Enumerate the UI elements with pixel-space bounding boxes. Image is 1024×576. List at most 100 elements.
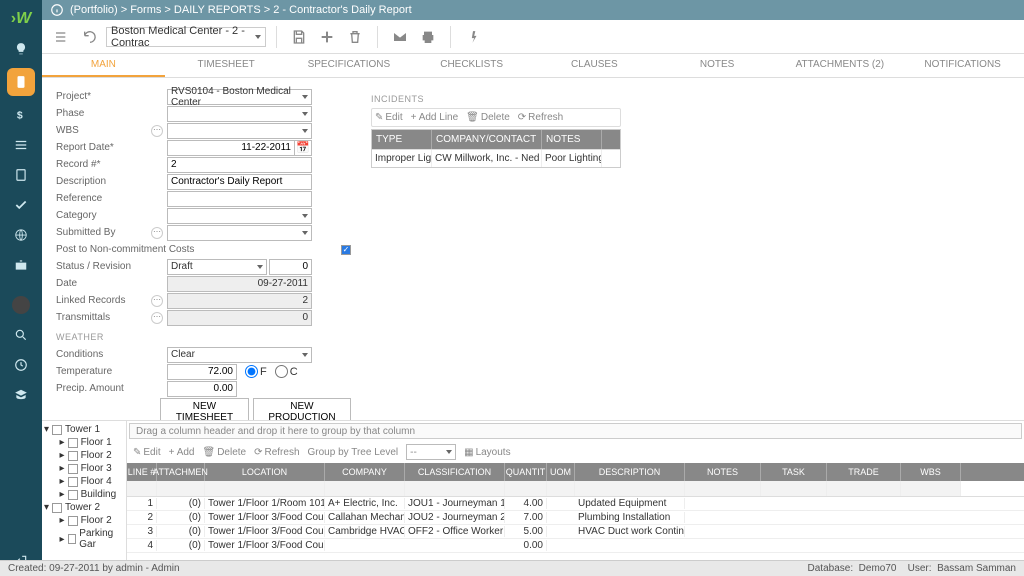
- tree-item[interactable]: ▸ Floor 2: [44, 514, 124, 527]
- col-header[interactable]: NOTES: [685, 463, 761, 481]
- tree-item[interactable]: ▸ Floor 2: [44, 449, 124, 462]
- tree-item[interactable]: ▸ Floor 4: [44, 475, 124, 488]
- col-filter[interactable]: [325, 481, 405, 496]
- inc-refresh-button[interactable]: ⟳ Refresh: [518, 112, 563, 123]
- delete-icon[interactable]: [343, 25, 367, 49]
- grid-edit-button[interactable]: ✎ Edit: [133, 447, 161, 458]
- tab-timesheet[interactable]: TIMESHEET: [165, 54, 288, 77]
- new-production-button[interactable]: NEW PRODUCTION: [253, 398, 351, 421]
- wbs-field[interactable]: [167, 123, 312, 139]
- info-icon[interactable]: [50, 3, 64, 17]
- category-field[interactable]: [167, 208, 312, 224]
- col-filter[interactable]: [827, 481, 901, 496]
- search-icon[interactable]: [0, 320, 42, 350]
- tab-checklists[interactable]: CHECKLISTS: [410, 54, 533, 77]
- tab-main[interactable]: MAIN: [42, 54, 165, 77]
- tree-item[interactable]: ▸ Parking Gar: [44, 527, 124, 551]
- col-filter[interactable]: [127, 481, 157, 496]
- col-header[interactable]: ATTACHMEN: [157, 463, 205, 481]
- dollar-icon[interactable]: $: [0, 100, 42, 130]
- logo-icon[interactable]: ›W: [0, 4, 42, 34]
- col-header[interactable]: LOCATION: [205, 463, 325, 481]
- tree-item[interactable]: ▸ Building: [44, 488, 124, 501]
- col-header[interactable]: DESCRIPTION: [575, 463, 685, 481]
- undo-icon[interactable]: [78, 25, 102, 49]
- reportdate-field[interactable]: [167, 140, 295, 156]
- tab-clauses[interactable]: CLAUSES: [533, 54, 656, 77]
- col-filter[interactable]: [685, 481, 761, 496]
- inc-edit-button[interactable]: ✎ Edit: [375, 112, 403, 123]
- col-filter[interactable]: [157, 481, 205, 496]
- new-timesheet-button[interactable]: NEW TIMESHEET: [160, 398, 249, 421]
- tree-item[interactable]: ▸ Floor 3: [44, 462, 124, 475]
- inc-delete-button[interactable]: 🗑 Delete: [466, 112, 510, 123]
- recordnum-field[interactable]: [167, 157, 312, 173]
- linked-more[interactable]: ⋯: [151, 295, 163, 307]
- grid-row[interactable]: 2(0)Tower 1/Floor 3/Food CourtCallahan M…: [127, 511, 1024, 525]
- col-filter[interactable]: [505, 481, 547, 496]
- graduation-icon[interactable]: [0, 380, 42, 410]
- col-header[interactable]: WBS: [901, 463, 961, 481]
- reference-field[interactable]: [167, 191, 312, 207]
- col-filter[interactable]: [547, 481, 575, 496]
- save-icon[interactable]: [287, 25, 311, 49]
- tab-notifications[interactable]: NOTIFICATIONS: [901, 54, 1024, 77]
- grid-add-button[interactable]: + Add: [169, 447, 195, 458]
- tree-item[interactable]: ▸ Floor 1: [44, 436, 124, 449]
- col-filter[interactable]: [761, 481, 827, 496]
- revision-field[interactable]: [269, 259, 312, 275]
- history-icon[interactable]: [0, 350, 42, 380]
- group-drop-zone[interactable]: Drag a column header and drop it here to…: [129, 423, 1022, 439]
- project-field[interactable]: RVS0104 - Boston Medical Center: [167, 89, 312, 105]
- temperature-field[interactable]: [167, 364, 237, 380]
- briefcase-icon[interactable]: [0, 250, 42, 280]
- postnc-checkbox[interactable]: ✓: [341, 245, 351, 255]
- description-field[interactable]: [167, 174, 312, 190]
- grid-row[interactable]: 3(0)Tower 1/Floor 3/Food Court/ManCambri…: [127, 525, 1024, 539]
- tree-item[interactable]: ▾ Tower 1: [44, 423, 124, 436]
- tab-specifications[interactable]: SPECIFICATIONS: [288, 54, 411, 77]
- grid-row[interactable]: 4(0)Tower 1/Floor 3/Food Court/Mez0.00: [127, 539, 1024, 553]
- tab-attachments[interactable]: ATTACHMENTS (2): [779, 54, 902, 77]
- avatar-icon[interactable]: [0, 290, 42, 320]
- globe-icon[interactable]: [0, 220, 42, 250]
- menu-icon[interactable]: [50, 25, 74, 49]
- print-icon[interactable]: [416, 25, 440, 49]
- tablet-icon[interactable]: [0, 160, 42, 190]
- col-header[interactable]: QUANTIT: [505, 463, 547, 481]
- tree-item[interactable]: ▾ Tower 2: [44, 501, 124, 514]
- col-header[interactable]: UOM: [547, 463, 575, 481]
- col-filter[interactable]: [901, 481, 961, 496]
- action-icon[interactable]: [461, 25, 485, 49]
- col-filter[interactable]: [405, 481, 505, 496]
- temp-c-radio[interactable]: [275, 365, 288, 378]
- col-header[interactable]: TASK: [761, 463, 827, 481]
- grid-delete-button[interactable]: 🗑 Delete: [202, 447, 246, 458]
- col-filter[interactable]: [575, 481, 685, 496]
- record-selector[interactable]: Boston Medical Center - 2 - Contrac: [106, 27, 266, 47]
- col-header[interactable]: COMPANY: [325, 463, 405, 481]
- transmittals-more[interactable]: ⋯: [151, 312, 163, 324]
- grid-layouts-button[interactable]: ▦ Layouts: [464, 447, 510, 458]
- group-level-select[interactable]: --: [406, 444, 456, 460]
- clipboard-icon[interactable]: [7, 68, 35, 96]
- col-filter[interactable]: [205, 481, 325, 496]
- col-header[interactable]: CLASSIFICATION: [405, 463, 505, 481]
- grid-refresh-button[interactable]: ⟳ Refresh: [254, 447, 299, 458]
- incident-row[interactable]: Improper LightiCW Millwork, Inc. - Ned F…: [372, 149, 620, 167]
- mail-icon[interactable]: [388, 25, 412, 49]
- temp-f-radio[interactable]: [245, 365, 258, 378]
- submittedby-field[interactable]: [167, 225, 312, 241]
- calendar-icon[interactable]: 📅: [295, 140, 312, 156]
- status-field[interactable]: Draft: [167, 259, 267, 275]
- wbs-more[interactable]: ⋯: [151, 125, 163, 137]
- list-icon[interactable]: [0, 130, 42, 160]
- grid-row[interactable]: 1(0)Tower 1/Floor 1/Room 101A+ Electric,…: [127, 497, 1024, 511]
- lightbulb-icon[interactable]: [0, 34, 42, 64]
- check-icon[interactable]: [0, 190, 42, 220]
- phase-field[interactable]: [167, 106, 312, 122]
- inc-add-button[interactable]: + Add Line: [411, 112, 459, 123]
- submittedby-more[interactable]: ⋯: [151, 227, 163, 239]
- precip-field[interactable]: [167, 381, 237, 397]
- tab-notes[interactable]: NOTES: [656, 54, 779, 77]
